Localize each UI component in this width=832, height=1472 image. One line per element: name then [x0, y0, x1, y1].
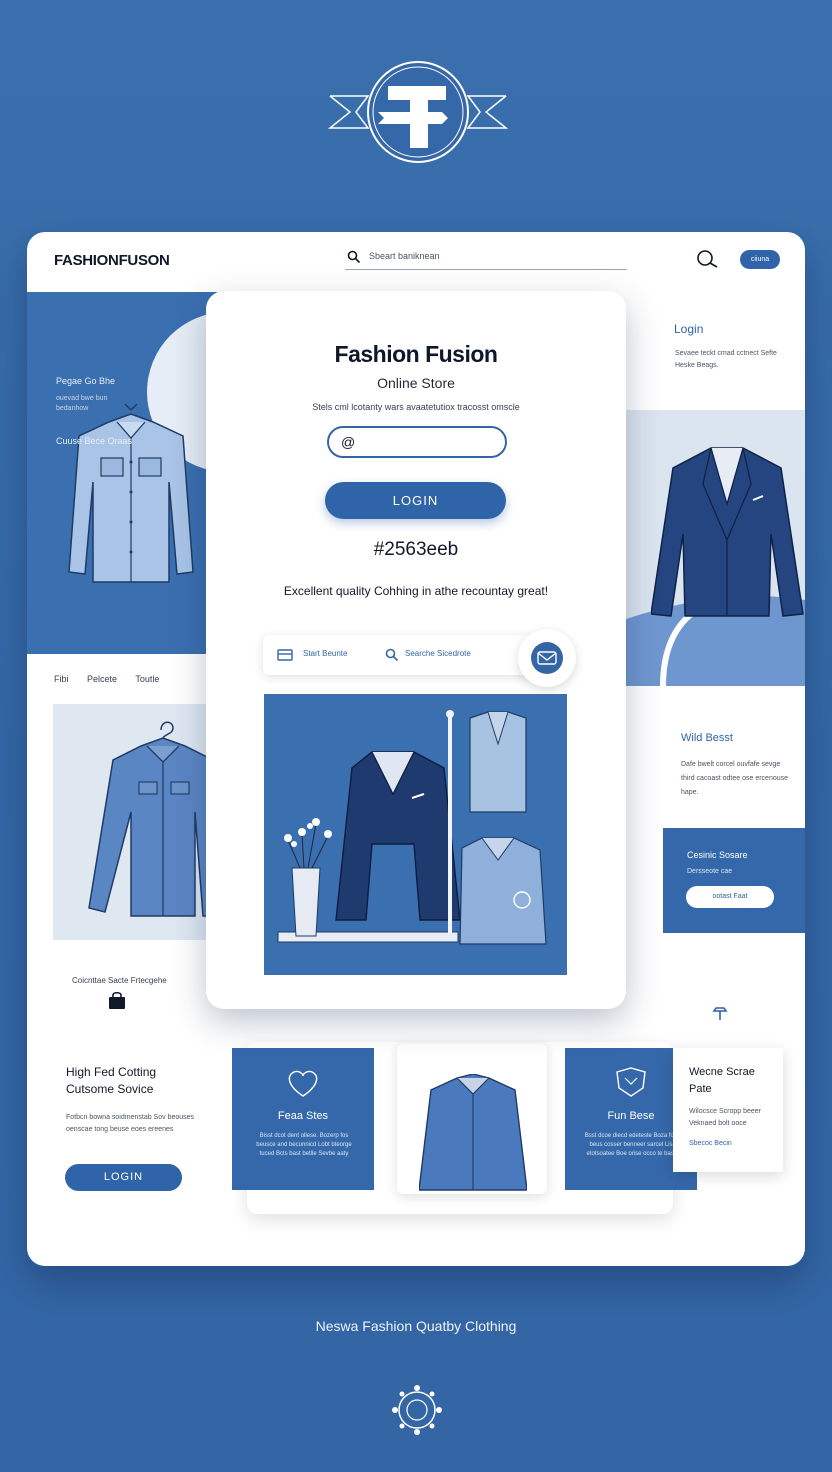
store-title: Fashion Fusion: [334, 341, 498, 367]
mail-icon: [531, 642, 563, 674]
search-placeholder: Sbeart baniknean: [369, 251, 440, 261]
login-button[interactable]: LOGIN: [325, 482, 506, 519]
feature-tile-1-title: Feaa Stes: [277, 1110, 329, 1122]
collection-illustration: [277, 710, 547, 945]
feature-tile-2-description: Bsst dcoe diecd edeteste Boza foe beus c…: [584, 1133, 678, 1157]
side-card-title: Wecne Scrae Pate: [689, 1066, 755, 1095]
customer-service-box: [663, 828, 805, 933]
feature-title: High Fed Cotting Cutsome Sovice: [66, 1065, 157, 1096]
product-card-blazer[interactable]: [623, 410, 805, 686]
feature-tile-1[interactable]: Feaa Stes Bisst dcot dent ollese. Bozerp…: [232, 1048, 374, 1190]
feature-tile-shirt[interactable]: [397, 1044, 547, 1194]
wild-section-title: Wild Besst: [681, 732, 733, 744]
login-link[interactable]: Login: [674, 322, 703, 336]
left-hero-description: ouevad bwe bun bedanhow: [56, 395, 108, 412]
color-code-label: #2563eeb: [373, 539, 459, 560]
feature-description: Fotbcn bowna soidmenstab Sov beouses oen…: [66, 1114, 195, 1133]
search-icon: [385, 648, 399, 662]
decorative-floral-logo-icon: [392, 1385, 442, 1435]
store-icon[interactable]: [712, 1006, 728, 1022]
secondary-login-button[interactable]: LOGIN: [65, 1164, 182, 1191]
heart-hanger-icon: [288, 1070, 318, 1097]
email-field[interactable]: @: [327, 426, 507, 458]
store-subtitle: Online Store: [377, 375, 455, 391]
nav-item-2[interactable]: Pelcete: [87, 674, 117, 684]
product-caption: Coicnttae Sacte Frtecgehe: [72, 976, 167, 985]
header-search-bar[interactable]: Sbeart baniknean: [345, 248, 627, 270]
category-nav: Fibi Pelcete Toutle: [54, 674, 175, 684]
panel-search-bar[interactable]: Start Beunte Searche Sicedrote: [263, 635, 533, 675]
brand-emblem-icon: [328, 61, 508, 163]
tagline: Excellent quality Cohhing in athe recoun…: [283, 584, 549, 598]
wild-section-description: Dafe bwelt corcel ouvfafe sevge third ca…: [681, 761, 789, 796]
shield-hanger-icon: [616, 1067, 646, 1097]
dress-shirt-illustration: [419, 1074, 527, 1191]
footer-tagline: Neswa Fashion Quatby Clothing: [315, 1318, 517, 1334]
shopping-bag-icon[interactable]: [106, 989, 128, 1011]
blue-shirt-illustration: [88, 721, 217, 917]
left-hero-subheading: Cuuse Bece Oraas: [56, 436, 133, 446]
nav-item-3[interactable]: Toutle: [135, 674, 159, 684]
mail-button[interactable]: [518, 629, 576, 687]
panel-search-item-2[interactable]: Searche Sicedrote: [405, 649, 471, 658]
login-description: Sevaee teckt cmad cctnect Sefte Heske Be…: [675, 350, 777, 369]
side-card-link[interactable]: Sbecoc Becin: [689, 1140, 732, 1147]
account-icon[interactable]: [695, 248, 719, 270]
left-hero-section: Pegae Go Bhe ouevad bwe bun bedanhow Cuu…: [27, 292, 307, 654]
header-action-button[interactable]: ciiuna: [740, 250, 780, 269]
customer-service-title: Cesinic Sosare: [687, 850, 748, 860]
feature-tile-1-description: Bisst dcot dent ollese. Bozerp fos beusc…: [256, 1133, 352, 1157]
panel-search-item-1[interactable]: Start Beunte: [303, 649, 347, 658]
brand-logo-text[interactable]: FASHIONFUSON: [54, 252, 170, 269]
customer-service-subtitle: Dersseote cae: [687, 868, 733, 875]
product-card-shirt[interactable]: [53, 704, 217, 940]
card-icon: [277, 649, 293, 661]
side-card-description: Wilocsce Scropp beeer Veknaed bolt ooce: [689, 1108, 761, 1127]
store-description: Stels cml lcotanty wars avaatetutiox tra…: [312, 402, 520, 412]
denim-shirt-illustration: [68, 403, 194, 583]
left-hero-heading: Pegae Go Bhe: [56, 376, 116, 386]
customer-service-button[interactable]: ootast Faat: [686, 886, 774, 908]
nav-item-1[interactable]: Fibi: [54, 674, 69, 684]
navy-blazer-illustration: [651, 447, 804, 617]
login-panel: Fashion Fusion Online Store Stels cml lc…: [206, 291, 626, 1009]
email-field-value: @: [341, 434, 356, 450]
search-icon: [347, 250, 361, 264]
featured-collection-image[interactable]: [264, 694, 567, 975]
